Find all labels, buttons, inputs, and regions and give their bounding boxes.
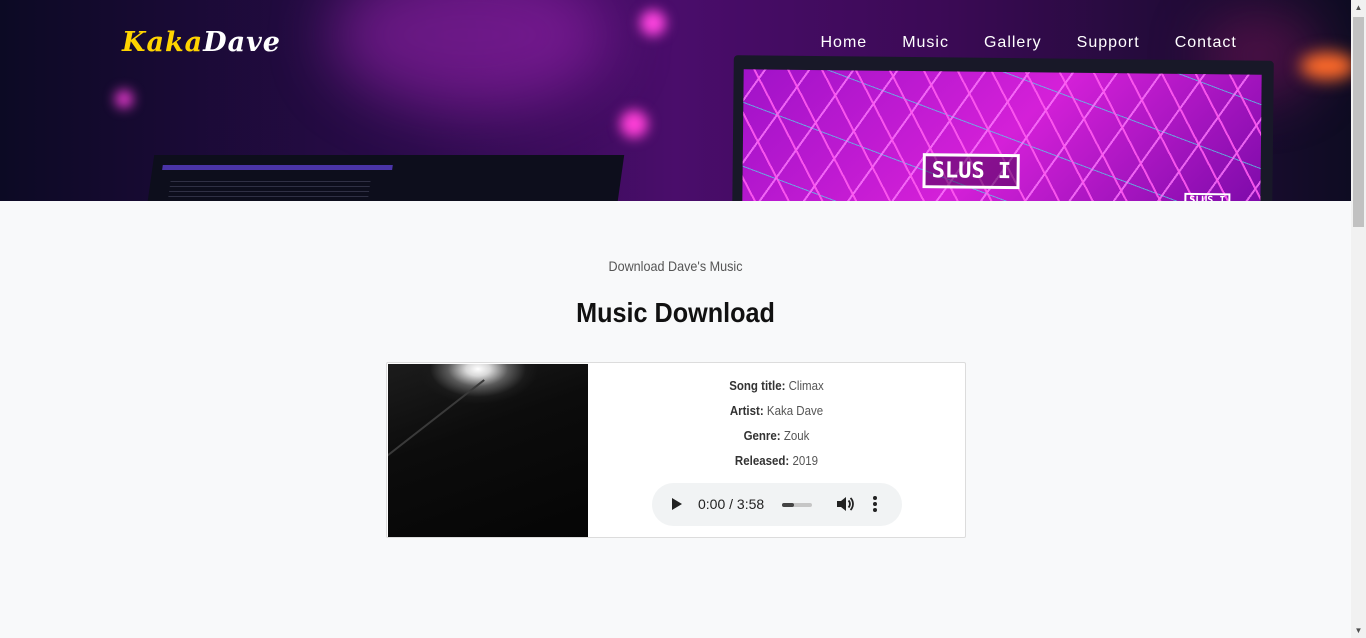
nav-home[interactable]: Home: [803, 34, 885, 52]
more-options-icon[interactable]: [870, 495, 880, 513]
nav-contact[interactable]: Contact: [1157, 34, 1254, 52]
section-subtitle: Download Dave's Music: [608, 258, 743, 274]
released-row: Released: 2019: [603, 454, 950, 468]
hero-banner: SLUS I SLUS I KakaDave Home Music Galler…: [0, 0, 1351, 201]
brand-logo[interactable]: KakaDave: [122, 27, 281, 58]
artist-row: Artist: Kaka Dave: [603, 404, 950, 418]
nav-gallery[interactable]: Gallery: [966, 34, 1059, 52]
genre-label: Genre:: [743, 429, 781, 443]
audio-player: 0:00 / 3:58: [652, 483, 902, 526]
hero-light: [620, 110, 648, 138]
song-title-label: Song title:: [729, 379, 786, 393]
hero-light: [640, 10, 666, 36]
page-title: Music Download: [576, 297, 775, 328]
released-label: Released:: [734, 454, 790, 468]
audio-progress-fill: [782, 503, 794, 507]
scroll-down-icon[interactable]: ▼: [1351, 623, 1366, 638]
scroll-up-icon[interactable]: ▲: [1351, 0, 1366, 15]
hero-glow: [330, 0, 610, 110]
hero-laptop-image: [145, 155, 625, 201]
main-nav: Home Music Gallery Support Contact: [803, 34, 1254, 52]
screen-logo: SLUS I: [922, 153, 1021, 190]
nav-music[interactable]: Music: [885, 34, 967, 52]
screen-logo-small: SLUS I: [1184, 192, 1231, 201]
song-title-value: Climax: [788, 379, 824, 393]
song-card: Song title: Climax Artist: Kaka Dave Gen…: [386, 362, 966, 538]
page-scrollbar[interactable]: ▲ ▼: [1351, 0, 1366, 638]
play-icon[interactable]: [672, 498, 682, 510]
hero-light: [1300, 52, 1351, 80]
nav-support[interactable]: Support: [1059, 34, 1157, 52]
audio-time: 0:00 / 3:58: [698, 496, 765, 512]
genre-row: Genre: Zouk: [603, 429, 950, 443]
audio-progress-slider[interactable]: [782, 503, 812, 507]
hero-light: [115, 90, 133, 108]
song-title-row: Song title: Climax: [603, 379, 950, 393]
brand-logo-part2: Dave: [203, 27, 281, 58]
album-cover-image: [388, 364, 588, 537]
volume-icon[interactable]: [836, 496, 854, 512]
song-details: Song title: Climax Artist: Kaka Dave Gen…: [588, 363, 965, 537]
scrollbar-thumb[interactable]: [1353, 17, 1364, 227]
hero-screen-image: SLUS I SLUS I: [732, 55, 1274, 201]
artist-value: Kaka Dave: [766, 404, 824, 418]
genre-value: Zouk: [783, 429, 810, 443]
released-value: 2019: [792, 454, 819, 468]
artist-label: Artist:: [729, 404, 764, 418]
brand-logo-part1: Kaka: [122, 27, 204, 58]
